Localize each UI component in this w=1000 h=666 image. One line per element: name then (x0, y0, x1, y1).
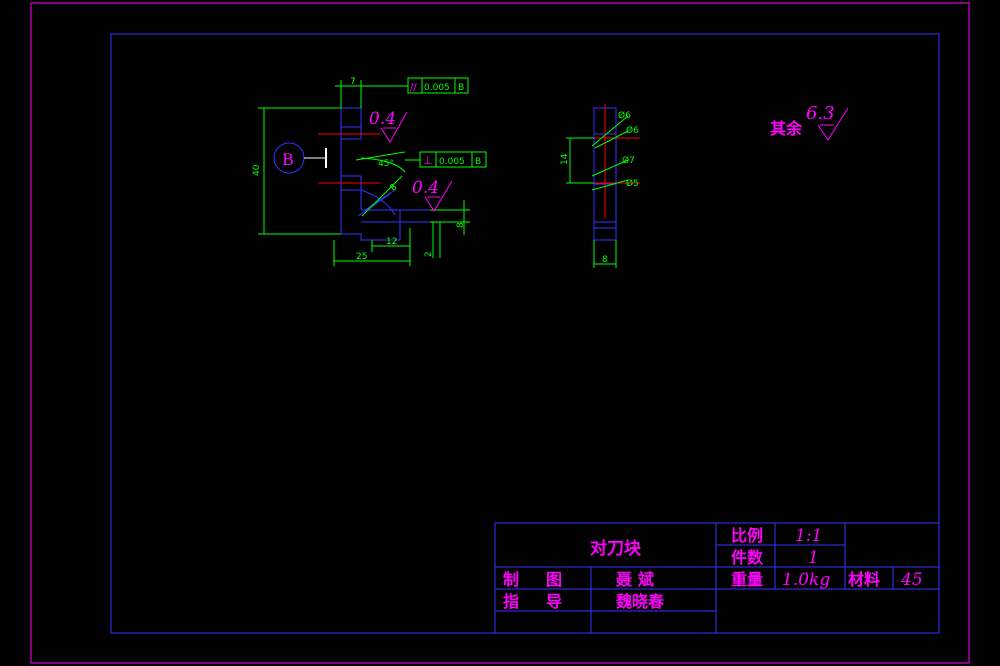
side-dim-8: 8 (602, 255, 608, 265)
guide-name: 魏晓春 (615, 592, 665, 611)
drawn-label-2: 图 (546, 570, 562, 589)
drawn-name: 聂斌 (615, 570, 660, 589)
drawn-label-1: 制 (503, 570, 519, 589)
dim-25: 25 (356, 252, 367, 262)
hole-dia-4: Ø5 (626, 178, 639, 189)
perp-tolerance: 0.005 (439, 157, 465, 167)
scale-value: 1:1 (795, 526, 822, 546)
roughness-bottom-value: 0.4 (412, 178, 439, 198)
dim-45: 45° (378, 159, 394, 169)
weight-value: 1.0kg (782, 570, 830, 590)
dim-12: 12 (386, 237, 397, 247)
perp-symbol: ⊥ (423, 154, 433, 167)
perp-datum: B (475, 157, 481, 167)
dim-2: 2 (424, 251, 434, 257)
hole-dia-3: Ø7 (622, 155, 635, 166)
count-value: 1 (808, 548, 819, 568)
side-dim-14: 14 (560, 153, 570, 165)
outer-frame (30, 2, 970, 664)
other-roughness-label: 其余 (770, 119, 803, 138)
dim-7: 7 (350, 77, 356, 87)
weight-label: 重量 (731, 570, 763, 589)
dim-8-right: 8 (456, 222, 466, 228)
guide-label-2: 导 (546, 592, 562, 611)
parallel-tolerance: 0.005 (424, 83, 450, 93)
scale-label: 比例 (731, 526, 763, 545)
dim-40: 40 (252, 164, 262, 176)
roughness-top-value: 0.4 (369, 109, 396, 129)
material-value: 45 (900, 570, 923, 590)
guide-label-1: 指 (503, 592, 519, 611)
parallel-datum: B (458, 83, 464, 93)
material-label: 材料 (848, 570, 880, 589)
drawing-canvas: B 40 7 25 12 8 2 45° 8 0.4 0.4 // 0.005 … (30, 2, 970, 664)
other-roughness-value: 6.3 (806, 103, 835, 124)
front-view: B 40 7 25 12 8 2 45° 8 0.4 0.4 // 0.005 … (252, 77, 487, 266)
part-name: 对刀块 (590, 538, 642, 559)
hole-dia-2: Ø6 (626, 125, 639, 136)
other-roughness: 其余 6.3 (770, 103, 849, 141)
side-view: 14 8 Ø6 Ø6 Ø7 Ø5 (560, 104, 640, 268)
parallel-symbol: // (410, 82, 417, 93)
datum-b-label: B (282, 150, 294, 169)
hole-dia-1: Ø6 (618, 110, 631, 121)
count-label: 件数 (731, 548, 764, 567)
